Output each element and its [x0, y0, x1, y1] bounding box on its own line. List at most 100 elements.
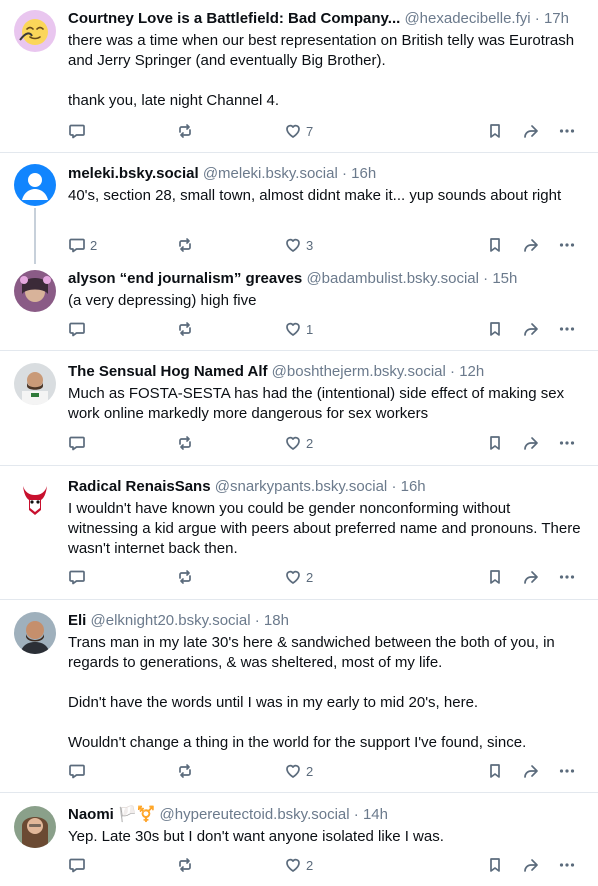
- post-actions: 2: [68, 855, 584, 875]
- share-button[interactable]: [522, 433, 540, 453]
- reply-icon: [68, 568, 86, 586]
- reply-icon: [68, 434, 86, 452]
- more-options-button[interactable]: [558, 567, 576, 587]
- more-options-button[interactable]: [558, 761, 576, 781]
- more-options-button[interactable]: [558, 855, 576, 875]
- bookmark-button[interactable]: [486, 855, 504, 875]
- post-time[interactable]: 18h: [264, 612, 289, 629]
- heart-icon: [284, 320, 302, 338]
- reply-button[interactable]: [68, 567, 90, 587]
- more-options-button[interactable]: [558, 235, 576, 255]
- repost-button[interactable]: [176, 433, 194, 453]
- like-button[interactable]: 3: [284, 235, 313, 255]
- post-text: (a very depressing) high five: [68, 292, 257, 309]
- avatar[interactable]: [14, 612, 56, 654]
- author-name[interactable]: meleki.bsky.social: [68, 165, 199, 182]
- reply-icon: [68, 320, 86, 338]
- repost-button[interactable]: [176, 855, 194, 875]
- heart-icon: [284, 568, 302, 586]
- share-button[interactable]: [522, 761, 540, 781]
- share-icon: [522, 568, 540, 586]
- like-button[interactable]: 2: [284, 855, 313, 875]
- post-time[interactable]: 12h: [459, 363, 484, 380]
- avatar[interactable]: [14, 363, 56, 405]
- like-button[interactable]: 7: [284, 121, 313, 141]
- avatar[interactable]: [14, 164, 56, 206]
- author-handle[interactable]: @badambulist.bsky.social: [306, 270, 479, 287]
- repost-button[interactable]: [176, 761, 194, 781]
- share-button[interactable]: [522, 855, 540, 875]
- author-handle[interactable]: @meleki.bsky.social: [203, 165, 338, 182]
- post-actions: 7: [68, 121, 584, 141]
- separator-dot: ·: [450, 363, 456, 380]
- author-name[interactable]: The Sensual Hog Named Alf: [68, 363, 267, 380]
- reply-button[interactable]: [68, 855, 90, 875]
- repost-button[interactable]: [176, 235, 194, 255]
- author-name[interactable]: Eli: [68, 612, 86, 629]
- post-time[interactable]: 16h: [401, 478, 426, 495]
- reply-button[interactable]: 2: [68, 235, 97, 255]
- reply-button[interactable]: [68, 121, 90, 141]
- more-options-button[interactable]: [558, 433, 576, 453]
- divider: [0, 792, 598, 793]
- heart-icon: [284, 236, 302, 254]
- post-time[interactable]: 16h: [351, 165, 376, 182]
- author-handle[interactable]: @hexadecibelle.fyi: [404, 10, 530, 27]
- reply-button[interactable]: [68, 319, 90, 339]
- author-handle[interactable]: @boshthejerm.bsky.social: [272, 363, 446, 380]
- avatar[interactable]: [14, 10, 56, 52]
- like-count: 1: [306, 321, 314, 337]
- like-button[interactable]: 2: [284, 761, 313, 781]
- share-button[interactable]: [522, 235, 540, 255]
- bookmark-button[interactable]: [486, 235, 504, 255]
- bookmark-button[interactable]: [486, 121, 504, 141]
- repost-button[interactable]: [176, 319, 194, 339]
- repost-icon: [176, 122, 194, 140]
- like-button[interactable]: 2: [284, 567, 313, 587]
- share-button[interactable]: [522, 567, 540, 587]
- post-time[interactable]: 15h: [492, 270, 517, 287]
- author-handle[interactable]: @elknight20.bsky.social: [91, 612, 251, 629]
- author-handle[interactable]: @hypereutectoid.bsky.social: [160, 806, 350, 823]
- separator-dot: ·: [483, 270, 489, 287]
- divider: [0, 152, 598, 153]
- post-text: Trans man in my late 30's here & sandwic…: [68, 634, 555, 751]
- reply-button[interactable]: [68, 761, 90, 781]
- like-button[interactable]: 2: [284, 433, 313, 453]
- avatar[interactable]: [14, 806, 56, 848]
- heart-icon: [284, 762, 302, 780]
- share-icon: [522, 236, 540, 254]
- bookmark-icon: [486, 762, 504, 780]
- avatar[interactable]: [14, 478, 56, 520]
- reply-button[interactable]: [68, 433, 90, 453]
- share-icon: [522, 762, 540, 780]
- bookmark-button[interactable]: [486, 567, 504, 587]
- repost-button[interactable]: [176, 567, 194, 587]
- bookmark-button[interactable]: [486, 319, 504, 339]
- more-icon: [558, 762, 576, 780]
- more-options-button[interactable]: [558, 319, 576, 339]
- more-options-button[interactable]: [558, 121, 576, 141]
- bookmark-icon: [486, 568, 504, 586]
- post-text: Much as FOSTA-SESTA has had the (intenti…: [68, 385, 569, 422]
- like-button[interactable]: 1: [284, 319, 313, 339]
- repost-button[interactable]: [176, 121, 194, 141]
- post-time[interactable]: 14h: [363, 806, 388, 823]
- bookmark-button[interactable]: [486, 433, 504, 453]
- reply-icon: [68, 122, 86, 140]
- author-name[interactable]: Courtney Love is a Battlefield: Bad Comp…: [68, 10, 400, 27]
- bookmark-button[interactable]: [486, 761, 504, 781]
- author-handle[interactable]: @snarkypants.bsky.social: [215, 478, 388, 495]
- share-button[interactable]: [522, 121, 540, 141]
- post-time[interactable]: 17h: [544, 10, 569, 27]
- share-button[interactable]: [522, 319, 540, 339]
- reply-count: 2: [90, 237, 98, 253]
- avatar[interactable]: [14, 270, 56, 312]
- author-name[interactable]: Radical RenaisSans: [68, 478, 211, 495]
- separator-dot: ·: [341, 165, 347, 182]
- author-name[interactable]: Naomi 🏳️⚧️: [68, 806, 155, 823]
- post-text: 40's, section 28, small town, almost did…: [68, 187, 562, 204]
- like-count: 3: [306, 237, 314, 253]
- post-actions: 2 3: [68, 235, 584, 255]
- author-name[interactable]: alyson “end journalism” greaves: [68, 270, 302, 287]
